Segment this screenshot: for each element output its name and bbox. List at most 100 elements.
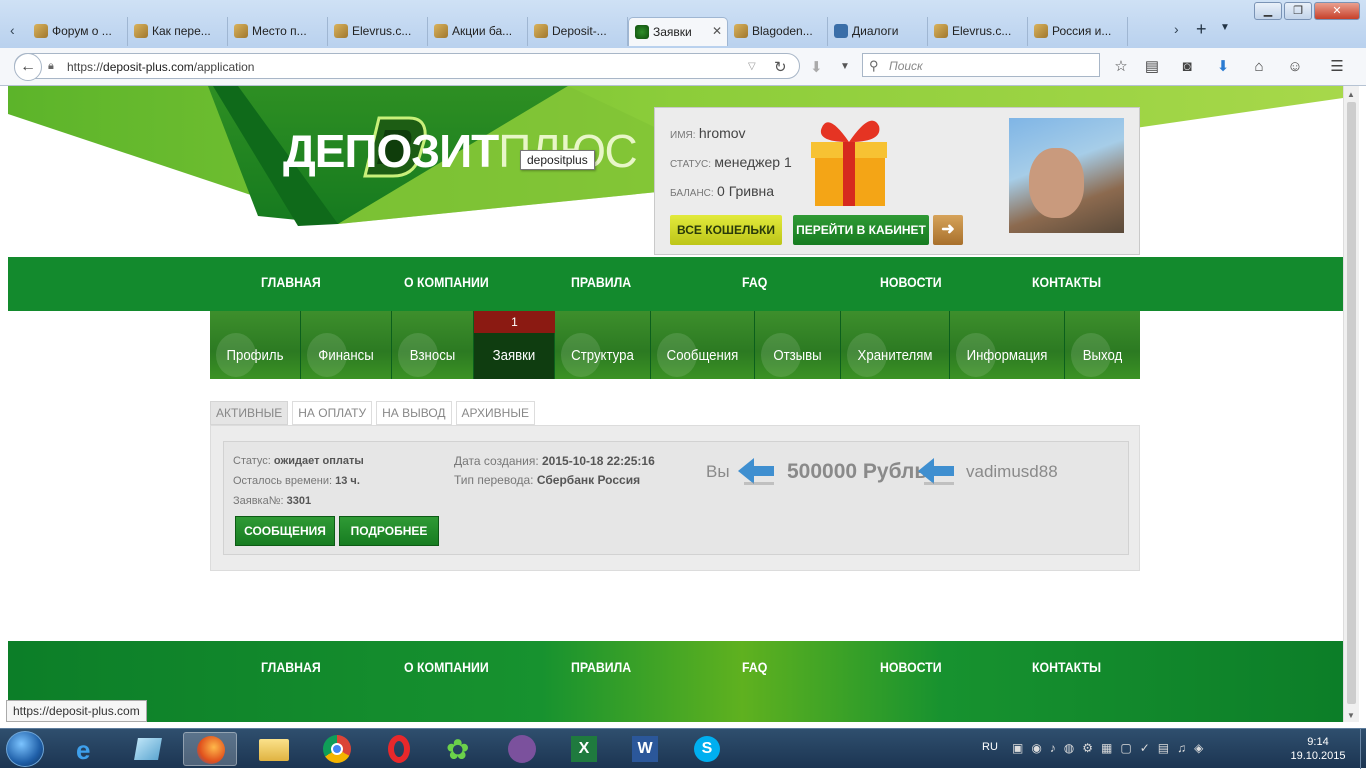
taskbar-firefox-icon[interactable] [183,732,237,766]
start-button[interactable] [6,731,44,767]
scroll-up-icon[interactable]: ▲ [1347,90,1355,99]
tab-list-chevron-icon[interactable]: ▼ [1220,22,1230,33]
go-to-cabinet-button[interactable]: ПЕРЕЙТИ В КАБИНЕТ [793,215,929,245]
details-button[interactable]: ПОДРОБНЕЕ [339,516,439,546]
maximize-button[interactable]: ❐ [1284,2,1312,20]
subnav-profile[interactable]: Профиль [210,311,301,379]
tab-strip: Форум о ... Как пере... Место п... Elevrus.… [28,17,1128,47]
nav-about[interactable]: О КОМПАНИИ [404,274,489,290]
browser-tab[interactable]: Место п... [228,17,328,46]
nav-faq[interactable]: FAQ [742,274,767,290]
reading-list-icon[interactable]: ▤ [1143,58,1161,76]
footer-nav: ГЛАВНАЯ О КОМПАНИИ ПРАВИЛА FAQ НОВОСТИ К… [8,641,1343,722]
subnav-keepers[interactable]: Хранителям [841,311,950,379]
subnav-messages[interactable]: Сообщения [651,311,755,379]
close-window-button[interactable]: ✕ [1314,2,1360,20]
page-scrollbar[interactable]: ▲ ▼ [1343,86,1359,722]
pocket-icon[interactable]: ◙ [1178,58,1196,76]
chat-icon[interactable]: ☺ [1286,58,1304,76]
footer-nav-contacts[interactable]: КОНТАКТЫ [1032,659,1101,675]
subnav-information[interactable]: Информация [950,311,1065,379]
search-input[interactable]: Поиск [862,53,1100,77]
tab-archive[interactable]: АРХИВНЫЕ [455,401,535,425]
taskbar-icq-icon[interactable]: ✿ [433,732,487,766]
tab-active[interactable]: АКТИВНЫЕ [210,401,289,425]
lock-icon: 🔒︎ [48,60,54,72]
application-number-row: Заявка№: 3301 [233,495,311,507]
taskbar-ie-icon[interactable]: e [62,732,116,766]
avatar[interactable] [1009,118,1124,233]
logout-arrow-icon[interactable]: ➜ [933,215,963,245]
bookmark-dropdown-icon[interactable]: ▽ [748,61,756,72]
user-name-row: имя: hromov [670,125,746,141]
footer-nav-home[interactable]: ГЛАВНАЯ [261,659,321,675]
language-indicator[interactable]: RU [982,741,998,753]
subnav-deposits[interactable]: Взносы [392,311,474,379]
all-wallets-button[interactable]: ВСЕ КОШЕЛЬКИ [670,215,782,245]
browser-tab[interactable]: Deposit-... [528,17,628,46]
browser-tab[interactable]: Как пере... [128,17,228,46]
nav-contacts[interactable]: КОНТАКТЫ [1032,274,1101,290]
subnav-finance[interactable]: Финансы [301,311,392,379]
user-panel: имя: hromov статус: менеджер 1 баланс: 0… [654,107,1140,255]
tab-withdraw[interactable]: НА ВЫВОД [376,401,452,425]
download-arrow-icon[interactable]: ⬇ [810,58,823,76]
footer-nav-faq[interactable]: FAQ [742,659,767,675]
application-time-left: 13 ч. [335,475,360,487]
messages-button[interactable]: СООБЩЕНИЯ [235,516,335,546]
search-placeholder: Поиск [889,59,923,73]
subnav-structure[interactable]: Структура [555,311,651,379]
footer-nav-rules[interactable]: ПРАВИЛА [571,659,631,675]
footer-nav-about[interactable]: О КОМПАНИИ [404,659,489,675]
new-tab-button[interactable]: + [1196,19,1207,40]
browser-tab[interactable]: Форум о ... [28,17,128,46]
subnav-reviews-label: Отзывы [773,347,822,364]
taskbar-excel-icon[interactable]: X [557,732,611,766]
page-favicon-icon [234,24,248,38]
nav-home[interactable]: ГЛАВНАЯ [261,274,321,290]
taskbar-folder-icon[interactable] [247,732,301,766]
reload-icon[interactable]: ↻ [774,58,787,76]
show-desktop-button[interactable] [1360,729,1366,769]
subnav-reviews[interactable]: Отзывы [755,311,841,379]
browser-tab[interactable]: Акции ба... [428,17,528,46]
address-bar[interactable]: https://deposit-plus.com/application [14,53,800,79]
tabs-scroll-right-button[interactable]: › [1174,21,1179,37]
application-card: Статус: ожидает оплаты Осталось времени:… [223,441,1129,555]
tab-to-pay[interactable]: НА ОПЛАТУ [292,401,373,425]
close-tab-icon[interactable]: ✕ [712,24,722,38]
browser-tab[interactable]: Россия и... [1028,17,1128,46]
history-dropdown-icon[interactable]: ▼ [840,61,850,72]
transfer-recipient[interactable]: vadimusd88 [966,462,1058,482]
browser-tab[interactable]: Elevrus.c... [928,17,1028,46]
taskbar-explorer-icon[interactable] [122,732,176,766]
taskbar-viber-icon[interactable] [495,732,549,766]
back-button[interactable]: ← [14,53,42,81]
browser-tab[interactable]: Диалоги [828,17,928,46]
scroll-down-icon[interactable]: ▼ [1347,711,1355,720]
browser-tab[interactable]: Elevrus.c... [328,17,428,46]
system-clock[interactable]: 9:14 19.10.2015 [1280,735,1356,763]
scrollbar-thumb[interactable] [1347,102,1356,704]
status-bar-url: https://deposit-plus.com [6,700,147,722]
user-status-label: статус: [670,159,712,170]
taskbar-skype-icon[interactable]: S [680,732,734,766]
nav-rules[interactable]: ПРАВИЛА [571,274,631,290]
taskbar-opera-icon[interactable] [372,732,426,766]
tabs-scroll-left-button[interactable]: ‹ [10,22,15,38]
home-icon[interactable]: ⌂ [1250,58,1268,76]
nav-news[interactable]: НОВОСТИ [880,274,942,290]
minimize-button[interactable]: ▁ [1254,2,1282,20]
footer-nav-news[interactable]: НОВОСТИ [880,659,942,675]
taskbar-chrome-icon[interactable] [310,732,364,766]
application-number-label: Заявка№: [233,495,284,507]
browser-tab[interactable]: Blagoden... [728,17,828,46]
user-status-row: статус: менеджер 1 [670,154,792,170]
bookmark-star-icon[interactable]: ☆ [1112,58,1130,76]
browser-tab-active[interactable]: Заявки ✕ [628,17,728,46]
menu-icon[interactable]: ☰ [1328,58,1346,76]
subnav-messages-label: Сообщения [666,347,739,364]
subnav-logout[interactable]: Выход [1065,311,1140,379]
taskbar-word-icon[interactable]: W [618,732,672,766]
downloads-icon[interactable]: ⬇ [1214,58,1232,76]
